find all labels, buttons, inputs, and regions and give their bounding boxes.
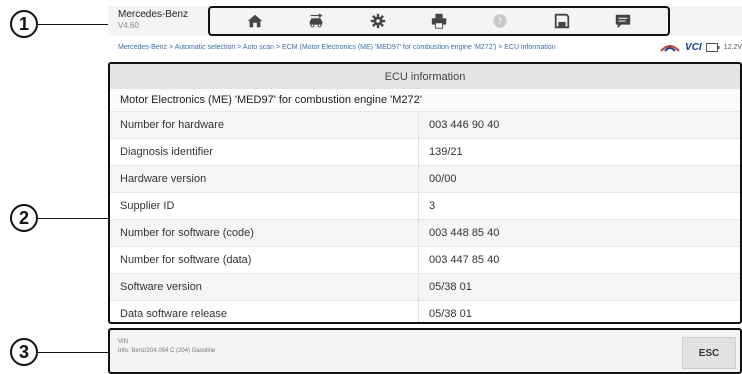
row-value: 3 xyxy=(418,193,740,219)
panel-subtitle: Motor Electronics (ME) 'MED97' for combu… xyxy=(110,89,740,111)
row-label: Software version xyxy=(120,281,202,293)
brand-name: Mercedes-Benz xyxy=(118,9,189,20)
vehicle-info: VIN Info: Benz/204.054 C (204) Gasoline xyxy=(118,338,215,356)
ecu-info-panel: ECU information Motor Electronics (ME) '… xyxy=(108,62,742,324)
vehicle-swap-icon xyxy=(309,13,323,28)
callout-line-2 xyxy=(38,218,108,219)
svg-text:?: ? xyxy=(498,18,503,28)
table-row: Number for software (code) 003 448 85 40 xyxy=(110,219,740,246)
row-value: 05/38 01 xyxy=(418,301,740,322)
table-row: Supplier ID 3 xyxy=(110,192,740,219)
row-label: Number for hardware xyxy=(120,119,224,131)
battery-voltage: 12.2V xyxy=(723,43,742,51)
toolbar: ? xyxy=(208,6,670,36)
info-table: Number for hardware 003 446 90 40 Diagno… xyxy=(110,111,740,322)
vin-label: VIN xyxy=(118,339,129,345)
row-label: Diagnosis identifier xyxy=(120,146,213,158)
help-icon: ? xyxy=(493,14,508,28)
vehicle-swap-button[interactable] xyxy=(301,10,331,32)
table-row: Data software release 05/38 01 xyxy=(110,300,740,322)
row-value: 05/38 01 xyxy=(418,274,740,300)
row-value: 139/21 xyxy=(418,139,740,165)
table-row: Diagnosis identifier 139/21 xyxy=(110,138,740,165)
table-row: Number for software (data) 003 447 85 40 xyxy=(110,246,740,273)
callout-3: 3 xyxy=(10,338,38,366)
home-icon xyxy=(247,14,262,28)
row-label: Number for software (code) xyxy=(120,227,254,239)
battery-icon xyxy=(705,42,720,52)
brand: Mercedes-Benz V4.60 xyxy=(118,9,188,31)
vci-label: VCI xyxy=(685,41,702,53)
message-icon xyxy=(616,14,631,29)
print-button[interactable] xyxy=(424,10,454,32)
vehicle-info-text: Info: Benz/204.054 C (204) Gasoline xyxy=(118,348,216,354)
breadcrumb-path[interactable]: Mercedes-Benz > Automatic selection > Au… xyxy=(118,44,556,51)
callout-line-3 xyxy=(38,352,108,353)
save-button[interactable] xyxy=(547,10,577,32)
printer-icon xyxy=(431,13,447,29)
status-indicators: VCI 12.2V xyxy=(659,42,742,53)
row-label: Number for software (data) xyxy=(120,254,252,266)
row-label: Supplier ID xyxy=(120,200,175,212)
table-row: Number for hardware 003 446 90 40 xyxy=(110,111,740,138)
row-value: 00/00 xyxy=(418,166,740,192)
brand-version: V4.60 xyxy=(118,21,139,30)
settings-button[interactable] xyxy=(363,10,393,32)
callout-2: 2 xyxy=(10,204,38,232)
panel-title: ECU information xyxy=(110,64,740,89)
row-value: 003 448 85 40 xyxy=(418,220,740,246)
function-bar: VIN Info: Benz/204.054 C (204) Gasoline … xyxy=(108,328,742,374)
row-value: 003 446 90 40 xyxy=(418,112,740,138)
breadcrumb: Mercedes-Benz > Automatic selection > Au… xyxy=(118,40,742,54)
table-row: Software version 05/38 01 xyxy=(110,273,740,300)
row-label: Hardware version xyxy=(120,173,207,185)
message-button[interactable] xyxy=(608,10,638,32)
row-value: 003 447 85 40 xyxy=(418,247,740,273)
home-button[interactable] xyxy=(240,10,270,32)
wifi-signal-icon xyxy=(660,45,680,52)
callout-1: 1 xyxy=(10,10,38,38)
save-icon xyxy=(554,13,570,29)
help-button[interactable]: ? xyxy=(485,10,515,32)
table-row: Hardware version 00/00 xyxy=(110,165,740,192)
gear-icon xyxy=(370,13,385,29)
row-label: Data software release xyxy=(120,308,227,320)
esc-button[interactable]: ESC xyxy=(682,337,736,369)
